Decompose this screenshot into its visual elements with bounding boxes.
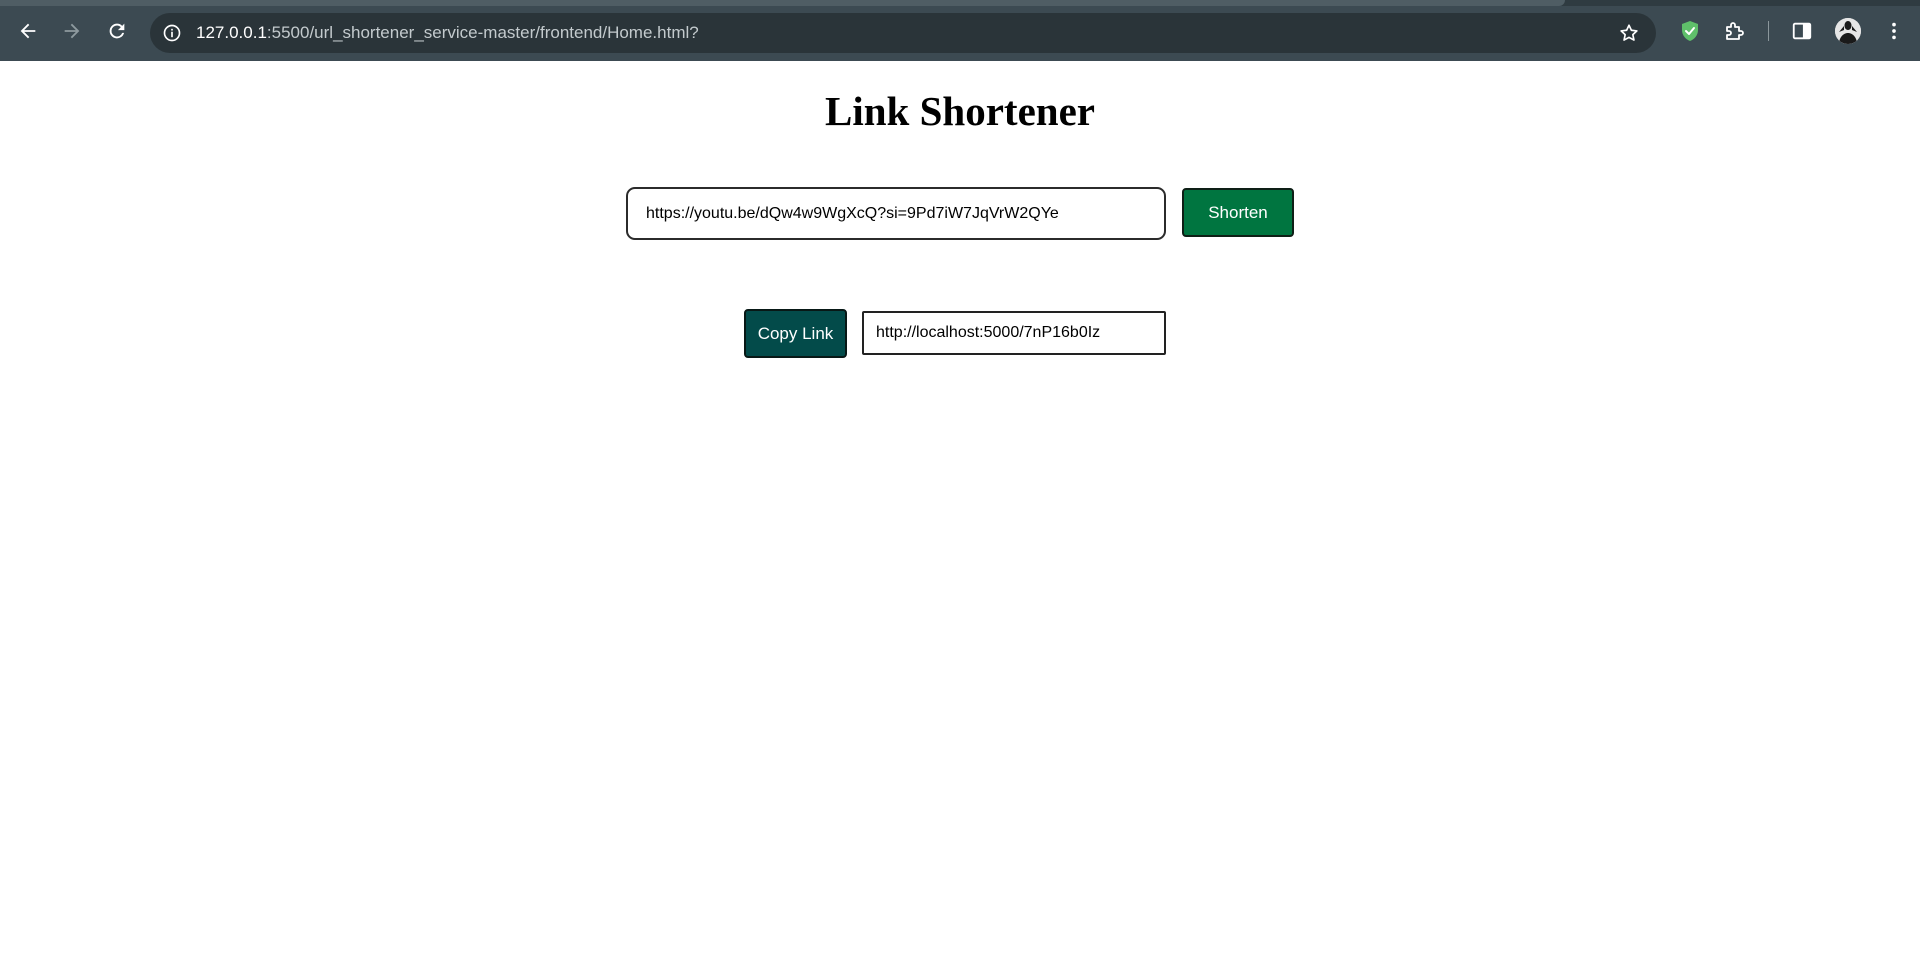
- browser-menu-button[interactable]: [1880, 17, 1908, 45]
- long-url-input[interactable]: [626, 187, 1166, 240]
- page-title: Link Shortener: [825, 88, 1095, 134]
- reload-icon: [109, 23, 125, 39]
- shield-check-icon: [1682, 21, 1698, 41]
- security-extension-button[interactable]: [1676, 17, 1704, 45]
- kebab-menu-icon: [1892, 22, 1896, 40]
- browser-toolbar: 127.0.0.1:5500/url_shortener_service-mas…: [0, 0, 1920, 61]
- reload-button[interactable]: [101, 15, 133, 47]
- profile-picture-icon: [1835, 18, 1861, 44]
- side-panel-icon: [1792, 22, 1812, 40]
- arrow-right-icon: [64, 23, 80, 39]
- side-panel-button[interactable]: [1788, 17, 1816, 45]
- info-icon[interactable]: [162, 23, 182, 43]
- short-url-field[interactable]: [862, 311, 1166, 355]
- shorten-button[interactable]: Shorten: [1182, 188, 1294, 237]
- address-url[interactable]: 127.0.0.1:5500/url_shortener_service-mas…: [196, 13, 699, 53]
- page-content: Link Shortener Shorten Copy Link: [0, 61, 1920, 970]
- back-button[interactable]: [12, 15, 44, 47]
- extensions-button[interactable]: [1721, 17, 1749, 45]
- star-icon[interactable]: [1618, 22, 1640, 44]
- copy-link-button[interactable]: Copy Link: [744, 309, 847, 358]
- puzzle-icon: [1726, 22, 1744, 40]
- url-path: :5500/url_shortener_service-master/front…: [266, 23, 699, 42]
- url-host: 127.0.0.1: [196, 23, 267, 42]
- active-tab[interactable]: [0, 0, 1565, 6]
- forward-button[interactable]: [56, 15, 88, 47]
- arrow-left-icon: [20, 23, 36, 39]
- profile-avatar[interactable]: [1835, 18, 1861, 44]
- tab-strip: [0, 0, 1920, 6]
- toolbar-divider: [1768, 21, 1769, 41]
- address-bar[interactable]: 127.0.0.1:5500/url_shortener_service-mas…: [150, 13, 1656, 53]
